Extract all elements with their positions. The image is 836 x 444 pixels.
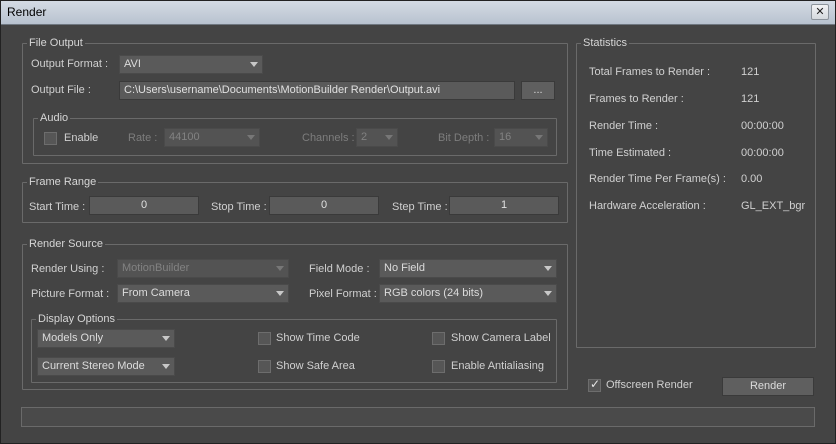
stat-value: 0.00: [741, 173, 763, 185]
render-using-label: Render Using :: [31, 263, 105, 275]
render-source-group: Render Source Render Using : MotionBuild…: [22, 237, 568, 390]
stop-time-label: Stop Time :: [211, 201, 267, 213]
audio-enable-checkbox[interactable]: [44, 132, 57, 145]
show-camera-label-checkbox[interactable]: [432, 332, 445, 345]
stat-label: Hardware Acceleration :: [589, 200, 706, 212]
show-time-code-checkbox[interactable]: [258, 332, 271, 345]
chevron-down-icon: [276, 291, 284, 296]
audio-channels-value: 2: [361, 131, 368, 143]
display-options-legend: Display Options: [36, 312, 118, 326]
chevron-down-icon: [250, 62, 258, 67]
render-using-value: MotionBuilder: [122, 262, 190, 274]
step-time-input[interactable]: 1: [449, 196, 559, 215]
stat-label: Frames to Render :: [589, 93, 684, 105]
stat-label: Render Time :: [589, 120, 659, 132]
show-safe-area-label: Show Safe Area: [276, 360, 355, 372]
stat-value: GL_EXT_bgr: [741, 200, 806, 212]
stat-label: Time Estimated :: [589, 147, 672, 159]
stat-label: Render Time Per Frame(s) :: [589, 173, 726, 185]
status-bar: [21, 407, 815, 427]
chevron-down-icon: [247, 135, 255, 140]
chevron-down-icon: [544, 266, 552, 271]
step-time-label: Step Time :: [392, 201, 448, 213]
audio-bitdepth-value: 16: [499, 131, 512, 143]
statistics-legend: Statistics: [581, 36, 630, 50]
frame-range-legend: Frame Range: [27, 175, 99, 189]
picture-format-label: Picture Format :: [31, 288, 110, 300]
audio-channels-label: Channels :: [302, 132, 355, 144]
display-options-group: Display Options Models Only Current Ster…: [31, 312, 557, 383]
render-dialog: Render ✕ File Output Output Format : AVI…: [0, 0, 836, 444]
output-format-value: AVI: [124, 58, 141, 70]
offscreen-render-label: Offscreen Render: [606, 379, 693, 391]
statistics-group: Statistics Total Frames to Render : 121 …: [576, 36, 816, 348]
title-bar[interactable]: Render ✕: [1, 1, 835, 25]
picture-format-value: From Camera: [122, 287, 190, 299]
stat-value: 00:00:00: [741, 147, 784, 159]
render-using-select[interactable]: MotionBuilder: [117, 259, 289, 278]
audio-channels-select[interactable]: 2: [356, 128, 398, 147]
chevron-down-icon: [535, 135, 543, 140]
pixel-format-label: Pixel Format :: [309, 288, 377, 300]
output-file-label: Output File :: [31, 84, 91, 96]
render-source-legend: Render Source: [27, 237, 105, 251]
enable-antialiasing-label: Enable Antialiasing: [451, 360, 544, 372]
audio-legend: Audio: [38, 111, 71, 125]
start-time-input[interactable]: 0: [89, 196, 199, 215]
show-safe-area-checkbox[interactable]: [258, 360, 271, 373]
display-models-select[interactable]: Models Only: [37, 329, 175, 348]
chevron-down-icon: [162, 336, 170, 341]
picture-format-select[interactable]: From Camera: [117, 284, 289, 303]
field-mode-select[interactable]: No Field: [379, 259, 557, 278]
output-file-input[interactable]: C:\Users\username\Documents\MotionBuilde…: [119, 81, 515, 100]
chevron-down-icon: [162, 364, 170, 369]
dialog-body: File Output Output Format : AVI Output F…: [5, 27, 831, 441]
checkmark-icon: ✓: [590, 377, 601, 391]
window-title: Render: [7, 5, 47, 19]
offscreen-render-checkbox[interactable]: ✓: [588, 377, 601, 392]
audio-rate-label: Rate :: [128, 132, 158, 144]
stop-time-input[interactable]: 0: [269, 196, 379, 215]
render-button[interactable]: Render: [722, 377, 814, 396]
audio-rate-value: 44100: [169, 131, 200, 143]
browse-button[interactable]: ...: [521, 81, 555, 100]
pixel-format-select[interactable]: RGB colors (24 bits): [379, 284, 557, 303]
chevron-down-icon: [385, 135, 393, 140]
audio-group: Audio Enable Rate : 44100 Channels : 2 B…: [33, 111, 557, 156]
output-format-select[interactable]: AVI: [119, 55, 263, 74]
chevron-down-icon: [276, 266, 284, 271]
stat-value: 00:00:00: [741, 120, 784, 132]
display-models-value: Models Only: [42, 332, 104, 344]
output-file-value: C:\Users\username\Documents\MotionBuilde…: [124, 84, 441, 96]
field-mode-label: Field Mode :: [309, 263, 370, 275]
field-mode-value: No Field: [384, 262, 425, 274]
enable-antialiasing-checkbox[interactable]: [432, 360, 445, 373]
chevron-down-icon: [544, 291, 552, 296]
stat-label: Total Frames to Render :: [589, 66, 711, 78]
show-time-code-label: Show Time Code: [276, 332, 360, 344]
start-time-label: Start Time :: [29, 201, 86, 213]
output-format-label: Output Format :: [31, 58, 109, 70]
stereo-mode-value: Current Stereo Mode: [42, 360, 145, 372]
stereo-mode-select[interactable]: Current Stereo Mode: [37, 357, 175, 376]
pixel-format-value: RGB colors (24 bits): [384, 287, 484, 299]
audio-enable-label: Enable: [64, 132, 99, 144]
show-camera-label-label: Show Camera Label: [451, 332, 551, 344]
audio-bitdepth-label: Bit Depth :: [438, 132, 490, 144]
file-output-group: File Output Output Format : AVI Output F…: [22, 36, 568, 164]
audio-bitdepth-select[interactable]: 16: [494, 128, 548, 147]
frame-range-group: Frame Range Start Time : 0 Stop Time : 0…: [22, 175, 568, 223]
stat-value: 121: [741, 93, 760, 105]
audio-rate-select[interactable]: 44100: [164, 128, 260, 147]
close-button[interactable]: ✕: [811, 4, 829, 20]
stat-value: 121: [741, 66, 760, 78]
file-output-legend: File Output: [27, 36, 85, 50]
close-icon: ✕: [815, 6, 825, 18]
